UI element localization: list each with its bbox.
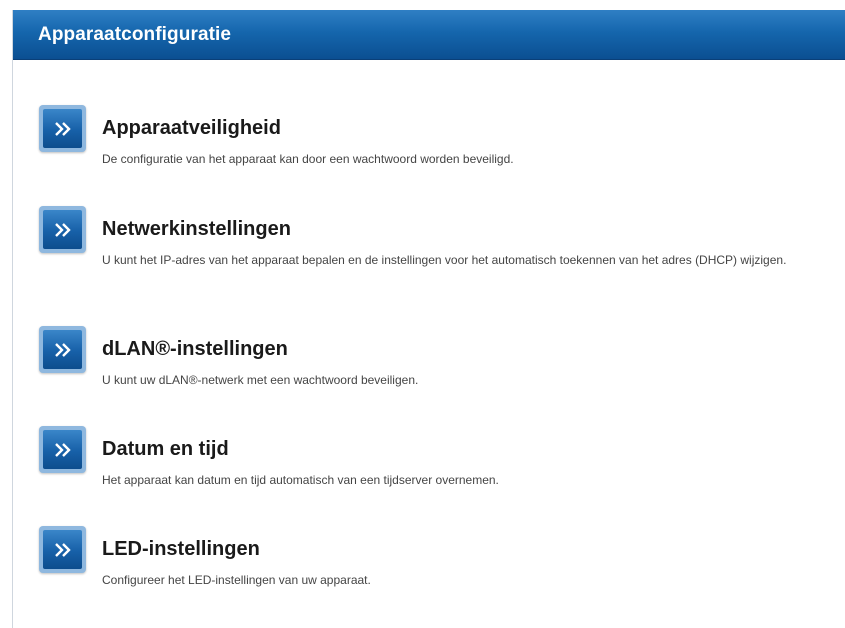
double-chevron-right-icon: [54, 442, 71, 457]
device-configuration-panel: Apparaatconfiguratie Apparaatveiligheid …: [12, 10, 845, 628]
network-settings-button[interactable]: [39, 206, 86, 253]
network-settings-title[interactable]: Netwerkinstellingen: [102, 218, 291, 241]
device-security-title[interactable]: Apparaatveiligheid: [102, 117, 281, 140]
double-chevron-right-icon: [54, 222, 71, 237]
led-settings-title[interactable]: LED-instellingen: [102, 538, 260, 561]
panel-header: Apparaatconfiguratie: [13, 10, 845, 60]
date-time-button[interactable]: [39, 426, 86, 473]
date-time-title[interactable]: Datum en tijd: [102, 438, 229, 461]
network-settings-description: U kunt het IP-adres van het apparaat bep…: [102, 253, 787, 267]
date-time-description: Het apparaat kan datum en tijd automatis…: [102, 473, 499, 487]
dlan-settings-title[interactable]: dLAN®-instellingen: [102, 338, 288, 361]
dlan-settings-button[interactable]: [39, 326, 86, 373]
page-title: Apparaatconfiguratie: [38, 23, 232, 45]
double-chevron-right-icon: [54, 542, 71, 557]
double-chevron-right-icon: [54, 342, 71, 357]
device-security-button[interactable]: [39, 105, 86, 152]
led-settings-description: Configureer het LED-instellingen van uw …: [102, 573, 371, 587]
led-settings-button[interactable]: [39, 526, 86, 573]
device-security-description: De configuratie van het apparaat kan doo…: [102, 152, 514, 166]
double-chevron-right-icon: [54, 121, 71, 136]
dlan-settings-description: U kunt uw dLAN®-netwerk met een wachtwoo…: [102, 373, 419, 387]
